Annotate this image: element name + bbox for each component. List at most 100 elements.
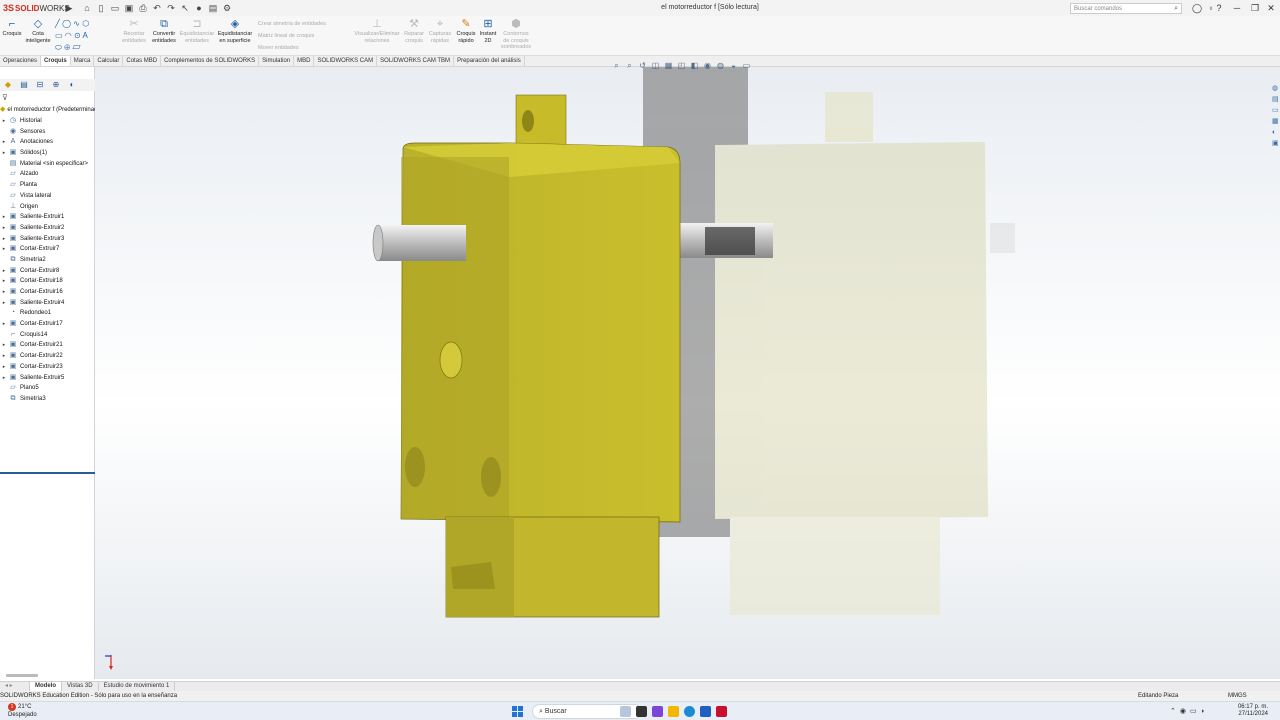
tree-item[interactable]: ▸ ▣ Saliente-Extruir4 (0, 297, 95, 308)
tree-item[interactable]: ⧉ Simetría2 (0, 255, 95, 266)
display-manager-tab-icon[interactable]: ◐ (66, 79, 78, 90)
mirror-entities-button[interactable]: Crear simetría de entidades (258, 21, 326, 27)
fillet-sketch-icon[interactable]: ⊙ (74, 31, 81, 40)
tree-item[interactable]: ◔ Redondeo1 (0, 308, 95, 319)
tab-calcular[interactable]: Calcular (94, 56, 124, 66)
arc-icon[interactable]: ◠ (65, 31, 72, 40)
tree-item[interactable]: ⧉ Simetría3 (0, 394, 95, 405)
repair-sketch-button[interactable]: ⚒ Reparar croquis (402, 18, 426, 44)
restore-icon[interactable]: ❐ (1248, 2, 1262, 14)
tree-item[interactable]: ▸ ▣ Cortar-Extruir22 (0, 351, 95, 362)
tree-item[interactable]: ▸ ▣ Cortar-Extruir16 (0, 287, 95, 298)
tree-item[interactable]: ▸ ▣ Sólidos(1) (0, 148, 95, 159)
expand-arrow-icon[interactable]: ▸ (0, 364, 8, 370)
tab-vistas-3d[interactable]: Vistas 3D (62, 682, 99, 691)
tab-operaciones[interactable]: Operaciones (0, 56, 42, 66)
expand-arrow-icon[interactable]: ▸ (0, 278, 8, 284)
terminal-app-icon[interactable] (636, 706, 647, 717)
tree-item[interactable]: ◉ Sensores (0, 126, 95, 137)
undo-icon[interactable]: ↶ (150, 1, 164, 15)
tree-item[interactable]: ▱ Alzado (0, 169, 95, 180)
solidworks-resources-icon[interactable]: ◍ (1272, 83, 1280, 94)
tree-item[interactable]: ▸ ▣ Cortar-Extruir23 (0, 362, 95, 373)
edge-app-icon[interactable] (684, 706, 695, 717)
rapid-sketch-button[interactable]: ✎ Croquis rápido (454, 18, 478, 44)
expand-arrow-icon[interactable]: ▸ (0, 289, 8, 295)
close-icon[interactable]: ✕ (1264, 2, 1278, 14)
filter-icon[interactable]: ⊽ (2, 93, 8, 102)
circle-icon[interactable]: ◯ (62, 19, 71, 28)
quick-snaps-button[interactable]: ⌖ Capturas rápidas (428, 18, 452, 44)
tree-item[interactable]: ▸ A Anotaciones (0, 137, 95, 148)
tree-item[interactable]: ⊥ Origen (0, 201, 95, 212)
tab-cotas-mbd[interactable]: Cotas MBD (123, 56, 162, 66)
user-account-icon[interactable]: ◯ (1190, 2, 1204, 14)
new-document-icon[interactable]: ▯ (94, 1, 108, 15)
plane-icon[interactable]: ▱ (72, 43, 80, 52)
save-icon[interactable]: ▣ (122, 1, 136, 15)
tree-item[interactable]: ▱ Planta (0, 180, 95, 191)
file-properties-icon[interactable]: ▤ (206, 1, 220, 15)
configuration-manager-tab-icon[interactable]: ⊟ (34, 79, 46, 90)
offset-on-surface-button[interactable]: ◈ Equidistanciar en superficie (216, 18, 254, 44)
tree-item[interactable]: ▸ ▣ Saliente-Extruir1 (0, 212, 95, 223)
select-arrow-icon[interactable]: ↖ (178, 1, 192, 15)
tree-item[interactable]: ▱ Vista lateral (0, 191, 95, 202)
tree-item[interactable]: ▸ ▣ Saliente-Extruir2 (0, 223, 95, 234)
shaded-contours-button[interactable]: ⬢ Contornos de croquis sombreados (500, 18, 532, 51)
text-icon[interactable]: A (83, 31, 88, 40)
expand-arrow-icon[interactable]: ▸ (0, 268, 8, 274)
rectangle-icon[interactable]: ▭ (55, 31, 63, 40)
graphics-area[interactable]: ⌕ ⌕ ↺ ◫ ▦ ◰ ◧ ◉ ◍ ◒ ▭ ◍ ▤ ▭ ▦ ◐ ▣ (95, 61, 1280, 679)
design-library-icon[interactable]: ▤ (1272, 94, 1280, 105)
open-folder-icon[interactable]: ▭ (108, 1, 122, 15)
trim-entities-button[interactable]: ✂ Recortar entidades (120, 18, 148, 44)
tab-solidworks-cam-tbm[interactable]: SOLIDWORKS CAM TBM (377, 56, 455, 66)
view-palette-icon[interactable]: ▦ (1272, 116, 1280, 127)
options-gear-icon[interactable]: ⚙ (220, 1, 234, 15)
expand-arrow-icon[interactable]: ▸ (0, 214, 8, 220)
custom-properties-icon[interactable]: ▣ (1272, 138, 1280, 149)
line-icon[interactable]: ╱ (55, 19, 60, 28)
expand-arrow-icon[interactable]: ▸ (0, 321, 8, 327)
move-entities-button[interactable]: Mover entidades (258, 45, 299, 51)
appearances-icon[interactable]: ◐ (1272, 127, 1280, 138)
print-icon[interactable]: ⎙ (136, 1, 150, 15)
convert-entities-button[interactable]: ⧉ Convertir entidades (149, 18, 179, 44)
expand-arrow-icon[interactable]: ▸ (0, 150, 8, 156)
tree-item[interactable]: ▸ ▣ Cortar-Extruir21 (0, 340, 95, 351)
expand-arrow-icon[interactable]: ▸ (0, 118, 8, 124)
tree-item[interactable]: ⌐ Croquis14 (0, 329, 95, 340)
traffic-light-icon[interactable]: ● (192, 1, 206, 15)
file-explorer-app-icon[interactable] (668, 706, 679, 717)
slot-icon[interactable]: ⬭ (55, 43, 62, 52)
tab-modelo[interactable]: Modelo (30, 682, 62, 691)
tab-marca[interactable]: Marca (71, 56, 95, 66)
taskbar-clock[interactable]: 06:17 p. m. 27/11/2024 (1232, 704, 1268, 718)
point-icon[interactable]: ⊕ (64, 43, 70, 52)
expand-arrow-icon[interactable]: ▸ (0, 342, 8, 348)
solidworks-app-icon[interactable] (716, 706, 727, 717)
expand-arrow-icon[interactable]: ▸ (0, 246, 8, 252)
tree-item[interactable]: ▸ ▣ Saliente-Extruir5 (0, 372, 95, 383)
expand-arrow-icon[interactable]: ▸ (0, 375, 8, 381)
tab-complementos[interactable]: Complementos de SOLIDWORKS (161, 56, 260, 66)
tree-item[interactable]: ▸ ▣ Cortar-Extruir18 (0, 276, 95, 287)
file-explorer-icon[interactable]: ▭ (1272, 105, 1280, 116)
tree-item[interactable]: ◆ el motorreductor f (Predeterminado) (0, 105, 95, 116)
units-selector[interactable]: MMGS (1228, 691, 1247, 701)
expand-arrow-icon[interactable]: ▸ (0, 225, 8, 231)
tab-scroll-arrows-icon[interactable]: ◂ ▸ (0, 682, 30, 691)
instant2d-button[interactable]: ⊞ Instant 2D (478, 18, 498, 44)
minimize-icon[interactable]: ─ (1230, 2, 1244, 14)
system-tray[interactable]: ⌃◉▭◗ (1170, 707, 1209, 715)
expand-arrow-icon[interactable]: ▸ (0, 236, 8, 242)
help-icon[interactable]: ? (1212, 2, 1226, 14)
tree-item[interactable]: ▸ ▣ Cortar-Extruir8 (0, 265, 95, 276)
feature-manager-tab-icon[interactable]: ◆ (2, 79, 14, 90)
linear-pattern-button[interactable]: Matriz lineal de croquis (258, 33, 314, 39)
property-manager-tab-icon[interactable]: ▤ (18, 79, 30, 90)
croquis-button[interactable]: ⌐ Croquis (2, 18, 22, 38)
horizontal-scrollbar[interactable] (6, 674, 38, 677)
home-icon[interactable]: ⌂ (80, 1, 94, 15)
